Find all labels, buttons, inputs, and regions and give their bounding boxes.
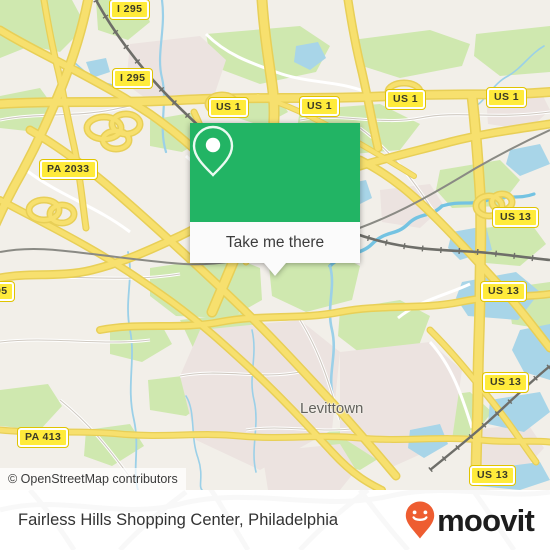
- road-shield-us1-c[interactable]: US 1: [386, 90, 425, 109]
- map-screenshot-root: Levittown I 295 I 295 US 1 US 1 US 1 US …: [0, 0, 550, 550]
- road-shield-us13-c[interactable]: US 13: [483, 373, 529, 392]
- road-shield-i295[interactable]: I 295: [113, 69, 153, 88]
- moovit-smiley-pin-icon: [405, 501, 435, 539]
- road-shield-us13-a[interactable]: US 13: [493, 208, 539, 227]
- take-me-there-label: Take me there: [225, 233, 325, 251]
- osm-attribution[interactable]: © OpenStreetMap contributors: [0, 468, 186, 490]
- road-shield-us13-d[interactable]: US 13: [470, 466, 516, 485]
- road-shield-pa413[interactable]: PA 413: [18, 428, 69, 447]
- moovit-wordmark: moovit: [437, 502, 535, 538]
- location-title: Fairless Hills Shopping Center, Philadel…: [18, 510, 339, 529]
- footer-content: Fairless Hills Shopping Center, Philadel…: [0, 490, 550, 550]
- map-pin-icon: [192, 125, 234, 177]
- moovit-logo[interactable]: moovit: [405, 501, 535, 539]
- road-shield-us1-d[interactable]: US 1: [487, 88, 526, 107]
- road-shield-us13-b[interactable]: US 13: [481, 282, 527, 301]
- osm-map-canvas[interactable]: Levittown I 295 I 295 US 1 US 1 US 1 US …: [0, 0, 550, 490]
- footer-bar: Fairless Hills Shopping Center, Philadel…: [0, 490, 550, 550]
- road-shield-us1-a[interactable]: US 1: [209, 98, 248, 117]
- place-label-levittown: Levittown: [300, 400, 364, 417]
- road-shield-pa2033[interactable]: PA 2033: [40, 160, 97, 179]
- road-shield-us1-b[interactable]: US 1: [300, 97, 339, 116]
- popup-marker-area: [190, 123, 360, 222]
- road-shield-i295-top[interactable]: I 295: [110, 0, 150, 19]
- road-shield-i95-clipped[interactable]: 95: [0, 282, 15, 301]
- take-me-there-button[interactable]: Take me there: [190, 222, 360, 263]
- map-marker-popup[interactable]: Take me there: [190, 123, 360, 276]
- popup-tail: [264, 263, 286, 276]
